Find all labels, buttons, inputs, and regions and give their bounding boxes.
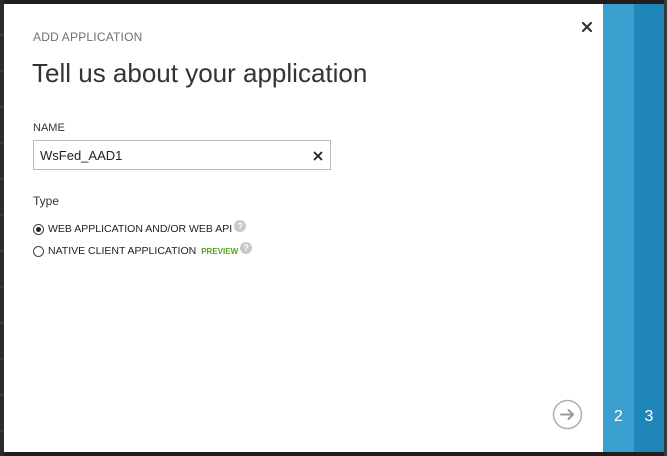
preview-badge: PREVIEW	[201, 247, 239, 256]
name-input[interactable]	[40, 141, 300, 169]
wizard-step-3[interactable]: 3	[634, 4, 664, 452]
close-icon	[581, 21, 593, 33]
step-number: 2	[614, 408, 623, 425]
dialog-title: Tell us about your application	[32, 58, 368, 88]
type-label: Type	[33, 194, 60, 208]
step-number: 3	[644, 408, 654, 425]
arrow-right-circle-icon	[552, 399, 583, 430]
add-application-dialog: ADD APPLICATION Tell us about your appli…	[4, 4, 603, 452]
radio-option-native-client[interactable]: NATIVE CLIENT APPLICATION PREVIEW ?	[33, 242, 253, 259]
radio-option-label: NATIVE CLIENT APPLICATION	[48, 245, 197, 257]
close-button[interactable]	[578, 18, 596, 36]
name-field-label: NAME	[33, 122, 65, 134]
clear-input-button[interactable]	[312, 149, 324, 161]
radio-option-web-application[interactable]: WEB APPLICATION AND/OR WEB API ?	[33, 220, 247, 237]
name-field-container	[33, 140, 331, 170]
radio-option-label: WEB APPLICATION AND/OR WEB API	[48, 223, 233, 235]
clear-icon	[313, 151, 323, 161]
radio-button-unselected[interactable]	[33, 245, 44, 257]
wizard-step-2[interactable]: 2	[603, 4, 634, 452]
window-frame: ADD APPLICATION Tell us about your appli…	[0, 0, 667, 456]
next-button[interactable]	[552, 399, 583, 430]
dialog-kicker: ADD APPLICATION	[33, 30, 143, 44]
question-icon[interactable]: ?	[234, 220, 247, 232]
question-icon[interactable]: ?	[240, 242, 253, 254]
radio-button-selected[interactable]	[33, 223, 44, 235]
